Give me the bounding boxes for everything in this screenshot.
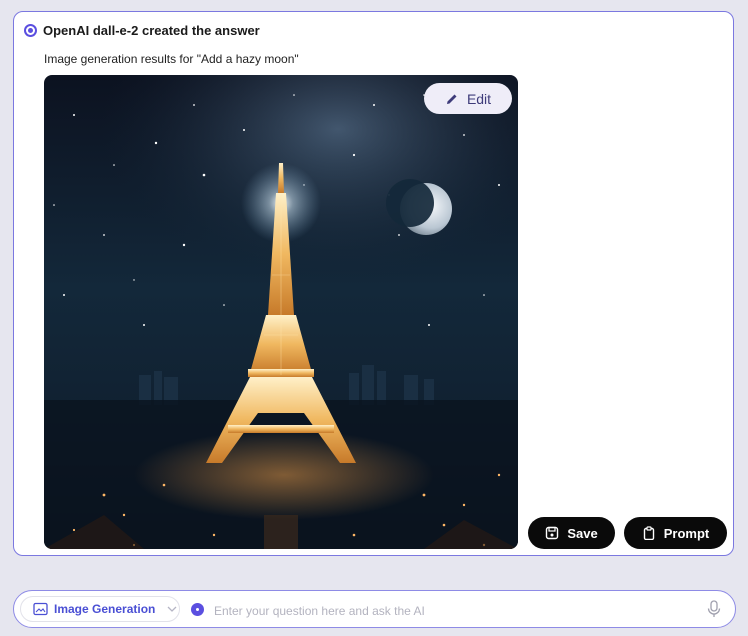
mode-select-label: Image Generation — [54, 602, 156, 616]
pencil-icon — [446, 94, 457, 104]
edit-button-label: Edit — [466, 90, 492, 107]
ai-status-dot-icon — [191, 603, 204, 616]
chevron-down-icon — [167, 606, 177, 612]
prompt-button[interactable]: Prompt — [624, 517, 727, 549]
mic-icon[interactable] — [707, 600, 721, 618]
save-icon — [546, 526, 559, 540]
image-icon — [33, 602, 48, 616]
save-button-label: Save — [567, 525, 598, 541]
edit-button[interactable]: Edit — [424, 83, 512, 114]
save-button[interactable]: Save — [528, 517, 615, 549]
answer-card: OpenAI dall-e-2 created the answer Image… — [13, 11, 734, 556]
answer-title: OpenAI dall-e-2 created the answer — [43, 23, 260, 38]
answer-header: OpenAI dall-e-2 created the answer — [24, 23, 260, 38]
prompt-button-label: Prompt — [663, 525, 710, 541]
chat-input-bar: Image Generation — [13, 590, 736, 628]
question-input[interactable] — [212, 600, 696, 622]
answer-subtitle: Image generation results for "Add a hazy… — [44, 52, 299, 66]
mode-select[interactable]: Image Generation — [20, 596, 180, 622]
generated-image-art — [44, 75, 518, 549]
generated-image[interactable]: Edit — [44, 75, 518, 549]
clipboard-icon — [643, 526, 654, 540]
radio-icon — [24, 24, 37, 37]
